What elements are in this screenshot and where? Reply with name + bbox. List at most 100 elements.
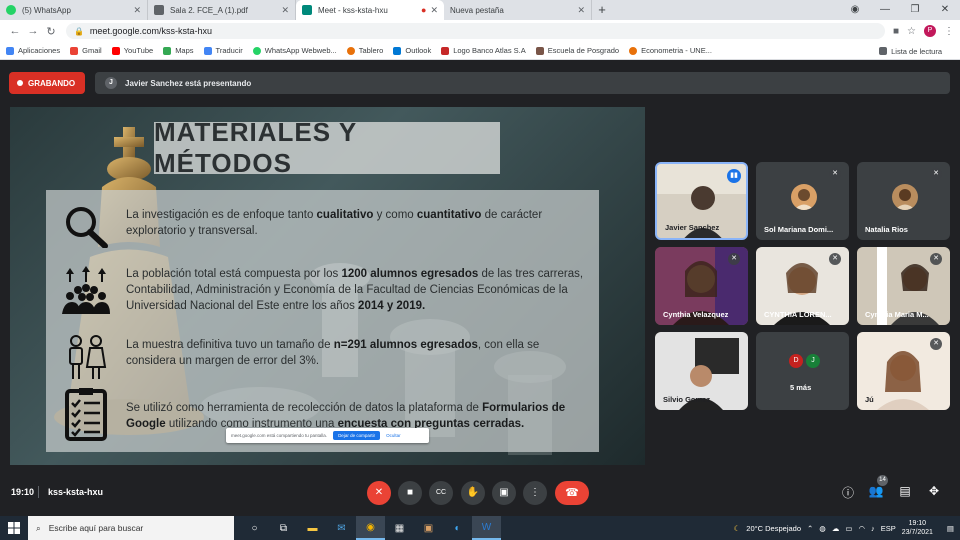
translate-icon xyxy=(203,46,212,55)
cloud-icon[interactable]: ☁ xyxy=(832,524,840,533)
tab-meet[interactable]: Meet - kss-ksta-hxu ● ✕ xyxy=(296,0,444,20)
participant-tile[interactable]: ✕ Natalia Rios xyxy=(857,162,950,240)
lock-icon[interactable]: 🔒 xyxy=(74,27,84,36)
chrome-icon[interactable]: ◉ xyxy=(356,516,385,540)
bookmark-translate[interactable]: Traducir xyxy=(203,46,243,55)
taskbar-clock[interactable]: 19:10 23/7/2021 xyxy=(902,519,939,537)
menu-icon[interactable]: ⋮ xyxy=(944,26,954,37)
cortana-icon[interactable]: ○ xyxy=(240,516,269,540)
edge-icon[interactable]: ◐ xyxy=(443,516,472,540)
bookmark-maps[interactable]: Maps xyxy=(163,46,194,55)
tray-chevron-icon[interactable]: ⌃ xyxy=(807,524,813,533)
task-view-icon[interactable]: ⧉ xyxy=(269,516,298,540)
maps-icon xyxy=(163,46,172,55)
meeting-code: kss-ksta-hxu xyxy=(48,487,104,497)
muted-mic-icon: ✕ xyxy=(930,338,942,350)
bookmark-whatsapp[interactable]: WhatsApp Webweb... xyxy=(252,46,337,55)
bookmark-star-icon[interactable]: ☆ xyxy=(907,26,916,37)
notifications-icon[interactable]: ▤ xyxy=(947,524,954,533)
tab-label: Sala 2. FCE_A (1).pdf xyxy=(170,5,248,15)
word-icon[interactable]: W xyxy=(472,516,501,540)
leave-call-button[interactable]: ☎ xyxy=(555,481,589,505)
hide-button[interactable]: Ocultar xyxy=(386,433,401,438)
stop-sharing-button[interactable]: Dejar de compartir xyxy=(333,431,381,440)
more-options-button[interactable]: ⋮ xyxy=(523,481,547,505)
bookmark-posgrado[interactable]: Escuela de Posgrado xyxy=(535,46,619,55)
store-icon[interactable]: ▦ xyxy=(385,516,414,540)
raise-hand-button[interactable]: ✋ xyxy=(461,481,485,505)
avatar xyxy=(892,184,918,210)
info-icon[interactable]: ⓘ xyxy=(840,484,856,501)
back-button[interactable]: ← xyxy=(6,25,24,37)
close-icon[interactable]: ✕ xyxy=(281,5,289,16)
more-participants-tile[interactable]: D J 5 más xyxy=(756,332,849,410)
participant-tile[interactable]: ✕ Sol Mariana Domi... xyxy=(756,162,849,240)
tab-search-icon[interactable]: ◉ xyxy=(840,0,870,20)
language-indicator[interactable]: ESP xyxy=(881,524,896,533)
system-tray: ☾ 20°C Despejado ⌃ ◍ ☁ ▭ ◠ ♪ ESP 19:10 23… xyxy=(734,516,960,540)
participant-tile[interactable]: ▮▮ Javier Sanchez xyxy=(655,162,748,240)
participant-tile[interactable]: ✕ CYNTHIA LOREN... xyxy=(756,247,849,325)
participant-tile[interactable]: ✕ Cynthia Velazquez xyxy=(655,247,748,325)
app-photo-icon[interactable]: ▣ xyxy=(414,516,443,540)
close-window-button[interactable]: ✕ xyxy=(930,0,960,20)
new-tab-button[interactable]: + xyxy=(592,0,612,20)
bookmark-tablero[interactable]: Tablero xyxy=(346,46,383,55)
screen-share-notice: meet.google.com está compartiendo tu pan… xyxy=(226,428,429,443)
taskbar-search-input[interactable]: ⌕ Escribe aquí para buscar xyxy=(28,516,234,540)
camera-button[interactable]: ■ xyxy=(398,481,422,505)
bookmark-gmail[interactable]: Gmail xyxy=(70,46,102,55)
maximize-button[interactable]: ❐ xyxy=(900,0,930,20)
bookmark-outlook[interactable]: Outlook xyxy=(393,46,431,55)
man-woman-icon xyxy=(46,333,126,381)
captions-button[interactable]: CC xyxy=(429,481,453,505)
tab-label: Meet - kss-ksta-hxu xyxy=(318,5,388,15)
wifi-icon[interactable]: ◠ xyxy=(858,524,865,533)
participant-name: CYNTHIA LOREN... xyxy=(764,310,832,319)
tab-whatsapp[interactable]: (5) WhatsApp ✕ xyxy=(0,0,148,20)
recording-dot-icon: ● xyxy=(421,5,427,15)
reload-button[interactable]: ↻ xyxy=(42,25,60,38)
bookmark-apps[interactable]: Aplicaciones xyxy=(6,46,60,55)
tab-pdf[interactable]: Sala 2. FCE_A (1).pdf ✕ xyxy=(148,0,296,20)
close-icon[interactable]: ✕ xyxy=(430,5,438,16)
reading-list-button[interactable]: Lista de lectura xyxy=(879,42,942,60)
presentation-slide: MATERIALES Y MÉTODOS La investigación es… xyxy=(10,107,645,465)
outlook-icon xyxy=(393,46,402,55)
mic-muted-button[interactable]: ✕ xyxy=(367,481,391,505)
slide-item: La población total está compuesta por lo… xyxy=(46,266,599,314)
battery-icon[interactable]: ▭ xyxy=(845,524,852,533)
present-button[interactable]: ▣ xyxy=(492,481,516,505)
file-explorer-icon[interactable]: ▬ xyxy=(298,516,327,540)
bookmark-youtube[interactable]: YouTube xyxy=(111,46,153,55)
bookmark-banco-atlas[interactable]: Logo Banco Atlas S.A xyxy=(441,46,526,55)
profile-avatar[interactable]: P xyxy=(924,25,937,37)
tab-new[interactable]: Nueva pestaña ✕ xyxy=(444,0,592,20)
camera-icon[interactable]: ■ xyxy=(893,26,899,37)
presenting-text: Javier Sanchez está presentando xyxy=(125,78,252,88)
participant-tile[interactable]: ✕ Jú xyxy=(857,332,950,410)
mail-icon[interactable]: ✉ xyxy=(327,516,356,540)
forward-button[interactable]: → xyxy=(24,25,42,37)
close-icon[interactable]: ✕ xyxy=(133,5,141,16)
chat-icon[interactable]: ▤ xyxy=(897,484,913,498)
bookmark-econometria[interactable]: Econometria - UNE... xyxy=(629,46,712,55)
weather-text[interactable]: 20°C Despejado xyxy=(746,524,801,533)
participant-tile[interactable]: Silvio Gomez xyxy=(655,332,748,410)
activities-icon[interactable]: ✥ xyxy=(926,484,942,498)
people-count-badge: 14 xyxy=(877,475,888,486)
whatsapp-icon xyxy=(6,5,16,15)
bookmark-label: Maps xyxy=(175,46,194,55)
close-icon[interactable]: ✕ xyxy=(577,5,585,16)
people-icon[interactable]: 👥 xyxy=(868,484,884,498)
windows-start-icon[interactable] xyxy=(0,516,28,540)
network-icon[interactable]: ◍ xyxy=(819,524,826,533)
url-field[interactable]: 🔒 meet.google.com/kss-ksta-hxu xyxy=(65,23,885,39)
participant-tile[interactable]: ✕ Cynthia Maria M... xyxy=(857,247,950,325)
minimize-button[interactable]: — xyxy=(870,0,900,20)
bookmark-label: Econometria - UNE... xyxy=(641,46,712,55)
participant-name: Natalia Rios xyxy=(865,225,908,234)
volume-icon[interactable]: ♪ xyxy=(871,524,875,533)
avatar: J xyxy=(806,354,820,368)
recording-badge[interactable]: GRABANDO xyxy=(9,72,85,94)
